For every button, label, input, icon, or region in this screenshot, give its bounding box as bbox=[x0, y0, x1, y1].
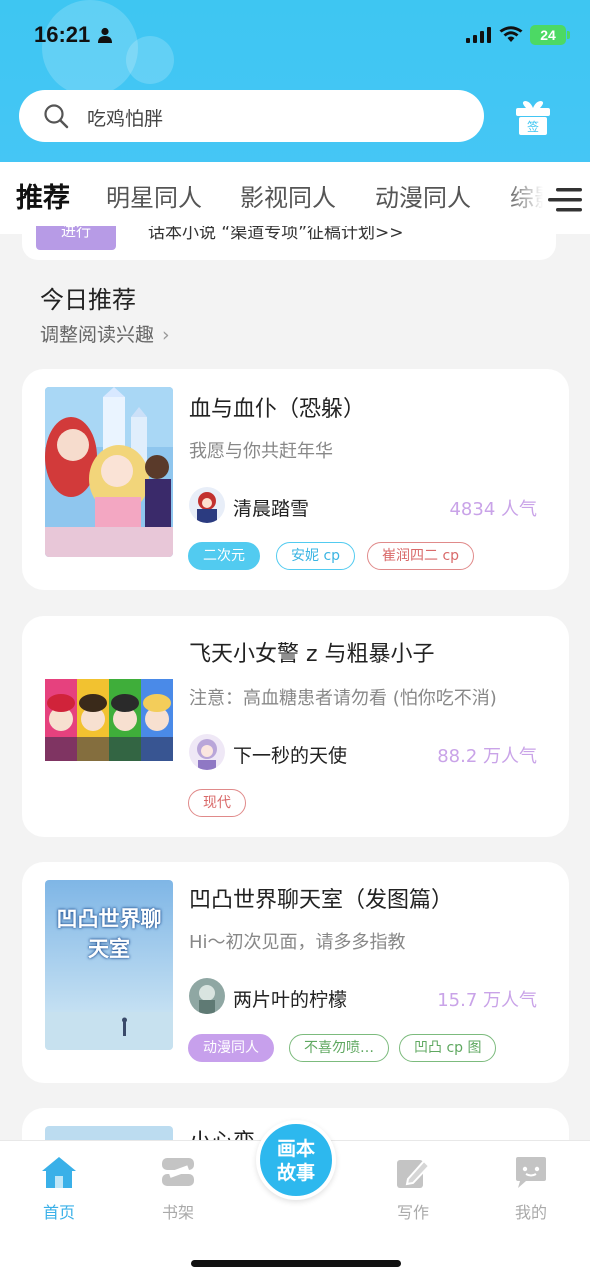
nav-write-label: 写作 bbox=[396, 1203, 429, 1222]
book-card[interactable]: 凹凸世界聊天室 凹凸世界聊天室（发图篇） Hi～初次见面，请多多指教 两片叶的柠… bbox=[22, 862, 569, 1083]
search-input[interactable]: 吃鸡怕胖 bbox=[19, 90, 484, 142]
book-card[interactable]: 飞天小女警 z 与粗暴小子 注意：高血糖患者请勿看 (怕你吃不消) 下一秒的天使… bbox=[22, 616, 569, 837]
avatar bbox=[189, 734, 225, 770]
sign-in-gift-icon[interactable]: 签 bbox=[514, 100, 552, 136]
tag[interactable]: 现代 bbox=[188, 789, 246, 817]
tab-recommend[interactable]: 推荐 bbox=[16, 176, 70, 215]
gift-label: 签 bbox=[527, 119, 539, 134]
bookshelf-icon bbox=[162, 1158, 194, 1186]
popularity: 15.7 万人气 bbox=[437, 990, 537, 1011]
tag[interactable]: 凹凸 cp 图 bbox=[399, 1034, 497, 1062]
nav-profile[interactable]: 我的 bbox=[491, 1155, 571, 1223]
nav-bookshelf-label: 书架 bbox=[161, 1203, 194, 1222]
status-time: 16:21 bbox=[34, 22, 91, 47]
nav-profile-label: 我的 bbox=[514, 1203, 547, 1222]
cellular-signal-icon bbox=[466, 27, 491, 43]
home-icon bbox=[42, 1157, 76, 1188]
book-title: 飞天小女警 z 与粗暴小子 bbox=[189, 642, 435, 667]
profile-icon bbox=[516, 1157, 546, 1188]
popularity: 88.2 万人气 bbox=[437, 746, 537, 767]
person-icon bbox=[98, 27, 112, 43]
book-desc: 我愿与你共赶年华 bbox=[189, 441, 333, 462]
nav-bookshelf[interactable]: 书架 bbox=[138, 1155, 218, 1223]
category-tabbar: 推荐 明星同人 影视同人 动漫同人 综影 bbox=[0, 162, 590, 234]
tab-film-tv[interactable]: 影视同人 bbox=[240, 178, 336, 213]
popularity: 4834 人气 bbox=[449, 499, 537, 520]
tab-celebrity[interactable]: 明星同人 bbox=[106, 178, 202, 213]
picture-story-line2: 故事 bbox=[276, 1162, 315, 1184]
book-title: 血与血仆（恐躲） bbox=[189, 397, 366, 422]
nav-home[interactable]: 首页 bbox=[19, 1155, 99, 1223]
author-name: 下一秒的天使 bbox=[233, 745, 348, 767]
status-bar: 16:21 24 bbox=[0, 0, 590, 70]
avatar bbox=[189, 978, 225, 1014]
book-card[interactable]: 血与血仆（恐躲） 我愿与你共赶年华 清晨踏雪 4834 人气 二次元 安妮 cp… bbox=[22, 369, 569, 590]
home-indicator bbox=[191, 1260, 401, 1267]
tag[interactable]: 不喜勿喷… bbox=[289, 1034, 389, 1062]
tab-anime[interactable]: 动漫同人 bbox=[375, 178, 471, 213]
contest-banner[interactable]: 进行 话本小说 “渠道专项”征稿计划>> bbox=[22, 226, 556, 260]
author-name: 清晨踏雪 bbox=[233, 498, 310, 520]
tag[interactable]: 二次元 bbox=[188, 542, 260, 570]
avatar bbox=[189, 487, 225, 523]
book-cover: 凹凸世界聊天室 bbox=[45, 880, 173, 1050]
banner-text: 话本小说 “渠道专项”征稿计划>> bbox=[148, 226, 404, 243]
chevron-right-icon: › bbox=[162, 324, 170, 346]
book-cover bbox=[45, 679, 173, 761]
picture-story-button[interactable]: 画本 故事 bbox=[256, 1120, 336, 1200]
book-cover bbox=[45, 387, 173, 557]
write-icon bbox=[397, 1159, 431, 1188]
search-icon bbox=[44, 104, 69, 129]
book-desc: 注意：高血糖患者请勿看 (怕你吃不消) bbox=[189, 688, 497, 709]
menu-icon[interactable] bbox=[546, 184, 584, 216]
wifi-icon bbox=[499, 26, 523, 42]
banner-tag: 进行 bbox=[36, 226, 116, 250]
cover-title: 凹凸世界聊天室 bbox=[56, 907, 162, 961]
tag[interactable]: 安妮 cp bbox=[276, 542, 356, 570]
battery-indicator: 24 bbox=[530, 25, 570, 45]
search-placeholder: 吃鸡怕胖 bbox=[87, 108, 164, 130]
tag[interactable]: 崔润四二 cp bbox=[367, 542, 475, 570]
tag[interactable]: 动漫同人 bbox=[188, 1034, 274, 1062]
adjust-interest-link[interactable]: 调整阅读兴趣 › bbox=[40, 320, 170, 347]
book-desc: Hi～初次见面，请多多指教 bbox=[189, 932, 406, 953]
book-title: 凹凸世界聊天室（发图篇） bbox=[189, 888, 454, 913]
author-name: 两片叶的柠檬 bbox=[233, 989, 348, 1011]
nav-home-label: 首页 bbox=[42, 1203, 75, 1222]
picture-story-line1: 画本 bbox=[276, 1138, 315, 1160]
section-title: 今日推荐 bbox=[40, 286, 136, 314]
nav-write[interactable]: 写作 bbox=[373, 1155, 453, 1223]
adjust-interest-label: 调整阅读兴趣 bbox=[40, 324, 155, 346]
